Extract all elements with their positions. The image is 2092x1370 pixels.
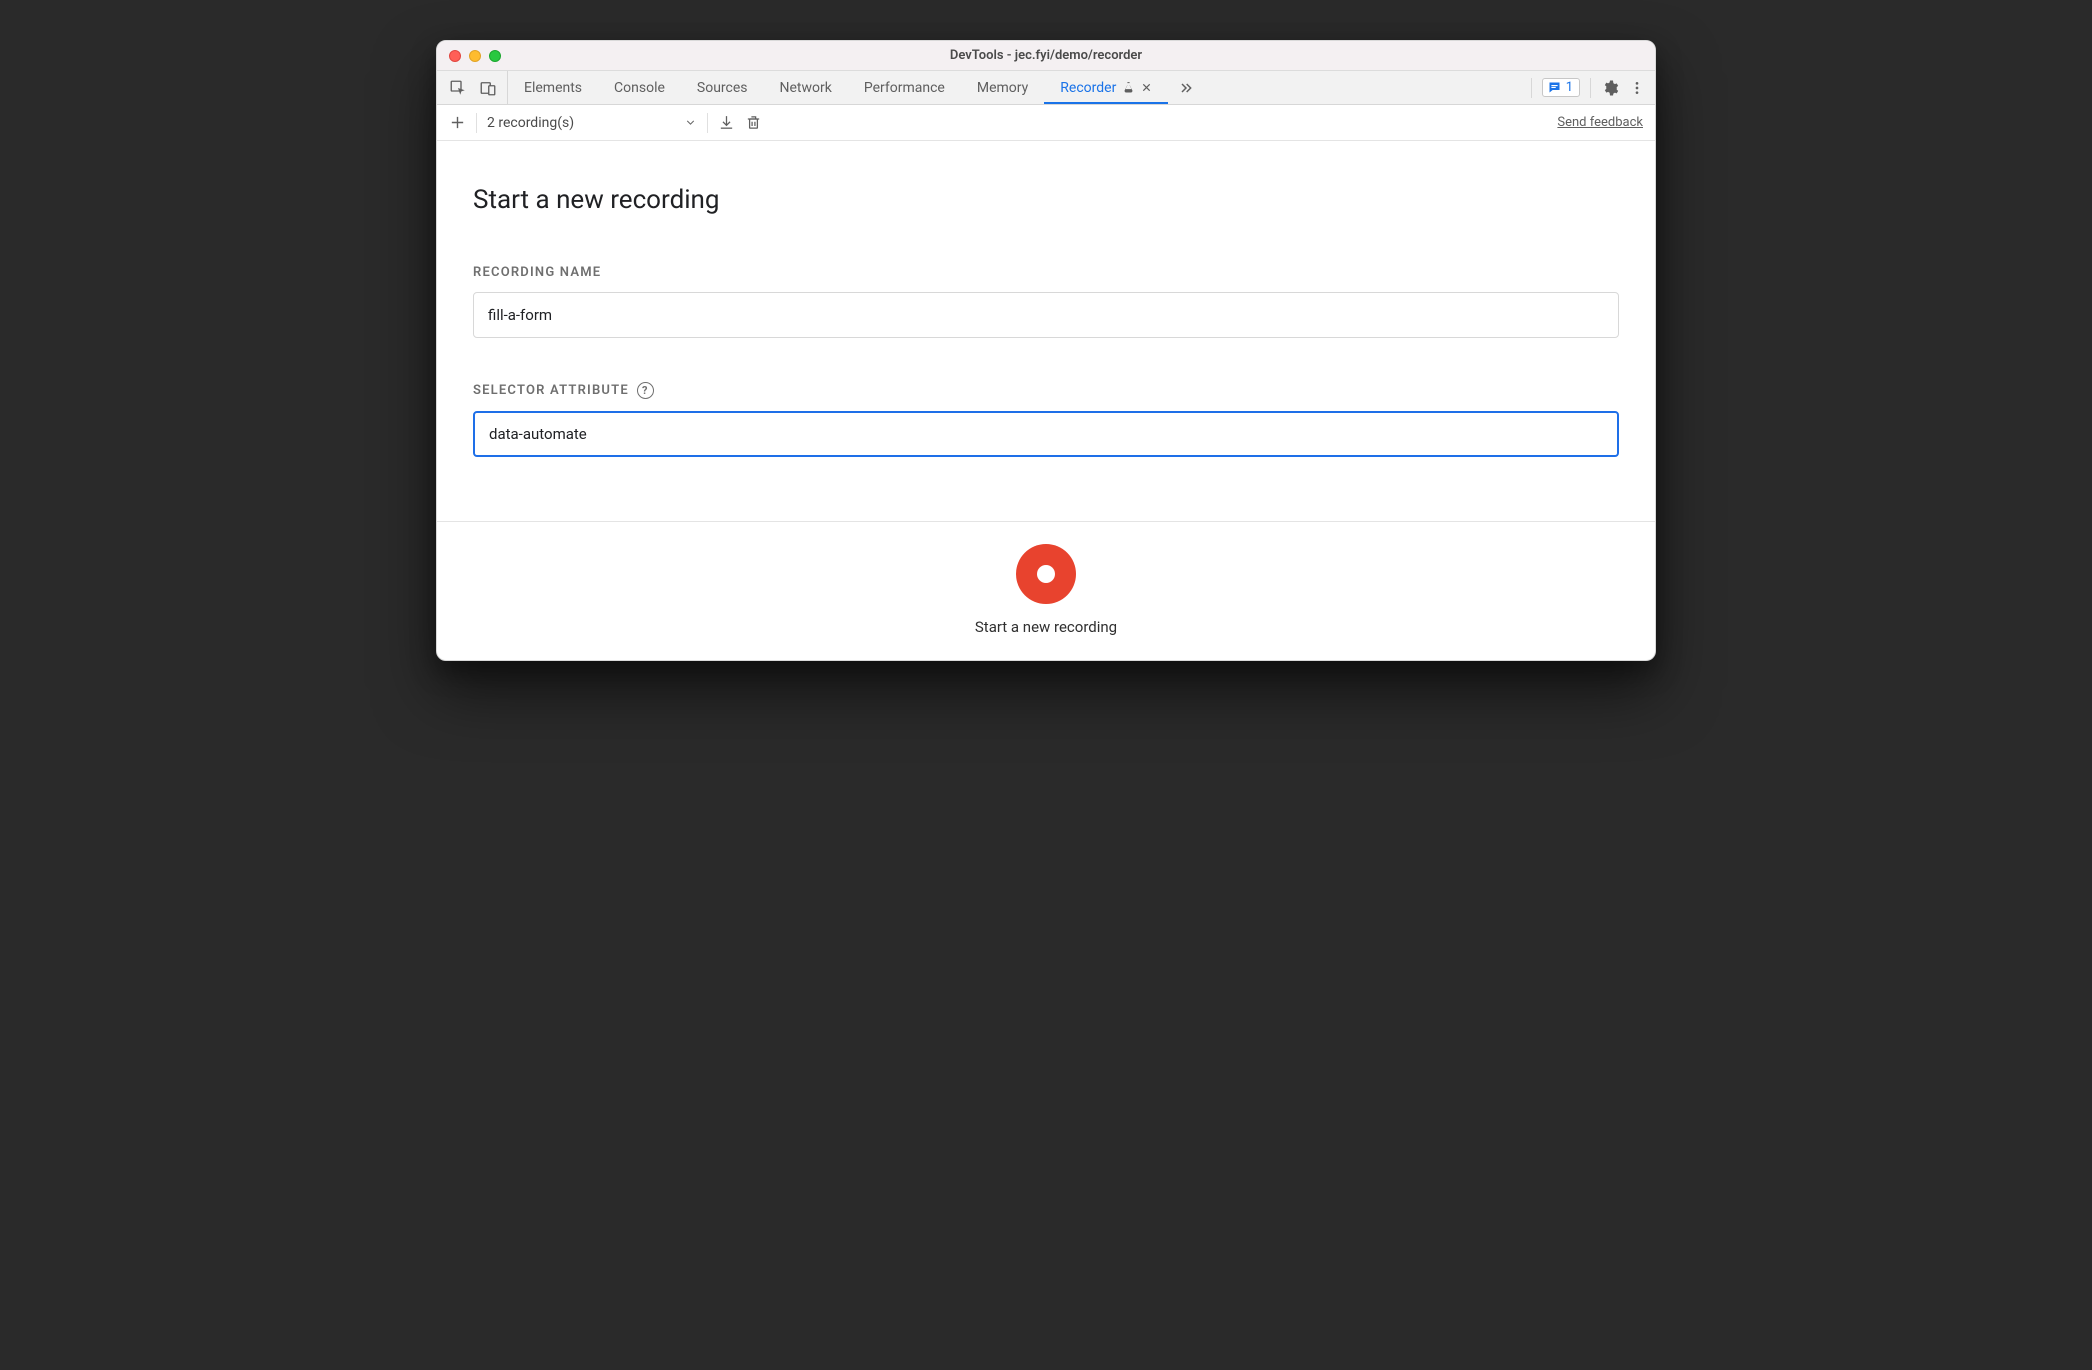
recording-name-label: RECORDING NAME	[473, 265, 1619, 280]
divider	[1590, 78, 1591, 98]
tab-memory[interactable]: Memory	[961, 71, 1044, 104]
tab-label: Memory	[977, 80, 1028, 96]
tabs-overflow[interactable]	[1168, 71, 1204, 104]
page-heading: Start a new recording	[473, 185, 1619, 215]
help-icon[interactable]: ?	[637, 382, 654, 399]
send-feedback-link[interactable]: Send feedback	[1557, 115, 1643, 130]
recorder-toolbar: 2 recording(s) Send feedback	[437, 105, 1655, 141]
tabs-right-controls: 1	[1525, 71, 1655, 104]
chevron-down-icon	[684, 116, 697, 129]
field-recording-name: RECORDING NAME	[473, 265, 1619, 338]
panel-tabs: Elements Console Sources Network Perform…	[437, 71, 1655, 105]
field-selector-attribute: SELECTOR ATTRIBUTE ?	[473, 382, 1619, 457]
device-toolbar-icon[interactable]	[479, 79, 497, 97]
tab-network[interactable]: Network	[764, 71, 848, 104]
trash-icon[interactable]	[745, 114, 762, 131]
record-icon	[1037, 565, 1055, 583]
tab-elements[interactable]: Elements	[508, 71, 598, 104]
recording-name-input[interactable]	[473, 292, 1619, 338]
window-minimize-button[interactable]	[469, 50, 481, 62]
tab-sources[interactable]: Sources	[681, 71, 764, 104]
inspect-controls	[437, 71, 508, 104]
add-recording-button[interactable]	[449, 114, 466, 131]
tab-label: Performance	[864, 80, 945, 96]
inspect-element-icon[interactable]	[449, 79, 467, 97]
tab-label: Console	[614, 80, 665, 96]
flask-icon	[1122, 81, 1135, 94]
selector-attribute-input[interactable]	[473, 411, 1619, 457]
more-vert-icon[interactable]	[1629, 79, 1645, 97]
devtools-window: DevTools - jec.fyi/demo/recorder Element…	[436, 40, 1656, 661]
download-icon[interactable]	[718, 114, 735, 131]
record-caption: Start a new recording	[975, 618, 1117, 636]
gear-icon[interactable]	[1601, 79, 1619, 97]
titlebar: DevTools - jec.fyi/demo/recorder	[437, 41, 1655, 71]
divider	[1531, 78, 1532, 98]
tab-label: Recorder	[1060, 80, 1116, 96]
tab-label: Network	[780, 80, 832, 96]
tab-recorder[interactable]: Recorder	[1044, 71, 1168, 104]
tab-performance[interactable]: Performance	[848, 71, 961, 104]
tab-console[interactable]: Console	[598, 71, 681, 104]
close-icon[interactable]	[1141, 82, 1152, 93]
tab-label: Elements	[524, 80, 582, 96]
issues-button[interactable]: 1	[1542, 78, 1580, 97]
divider	[476, 113, 477, 133]
chevrons-right-icon	[1178, 80, 1194, 96]
divider	[707, 113, 708, 133]
window-close-button[interactable]	[449, 50, 461, 62]
selector-attribute-label-text: SELECTOR ATTRIBUTE	[473, 383, 629, 398]
footer: Start a new recording	[437, 521, 1655, 660]
tab-label: Sources	[697, 80, 748, 96]
recordings-label: 2 recording(s)	[487, 115, 574, 131]
window-title: DevTools - jec.fyi/demo/recorder	[437, 48, 1655, 63]
recorder-content: Start a new recording RECORDING NAME SEL…	[437, 141, 1655, 521]
start-recording-button[interactable]	[1016, 544, 1076, 604]
message-icon	[1547, 80, 1562, 95]
window-zoom-button[interactable]	[489, 50, 501, 62]
tabs-list: Elements Console Sources Network Perform…	[508, 71, 1168, 104]
traffic-lights	[437, 50, 501, 62]
recordings-dropdown[interactable]: 2 recording(s)	[487, 115, 697, 131]
selector-attribute-label: SELECTOR ATTRIBUTE ?	[473, 382, 1619, 399]
issues-count: 1	[1566, 80, 1573, 95]
